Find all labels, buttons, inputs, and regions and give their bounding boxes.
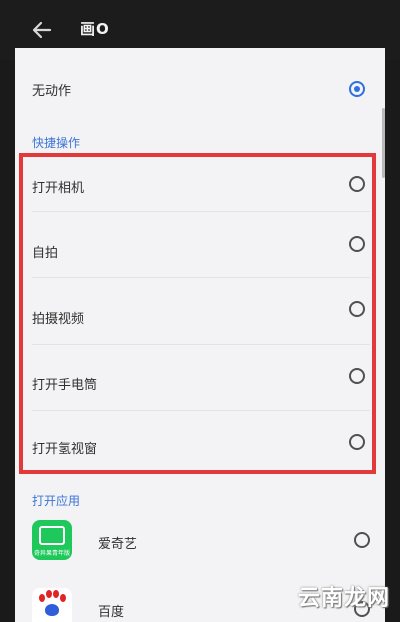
section-open-apps: 打开应用 [32, 494, 81, 508]
paw-pad [45, 604, 59, 616]
paw-toe [60, 594, 66, 602]
paw-toe [46, 590, 52, 598]
annotation-highlight-box [19, 153, 376, 474]
app-label: 百度 [98, 605, 125, 620]
section-quick-actions: 快捷操作 [32, 136, 81, 150]
watermark: 云南龙网 [297, 586, 390, 611]
iqiyi-screen-shape [39, 526, 65, 545]
option-app-iqiyi[interactable]: 奇异果青年版 爱奇艺 [15, 516, 385, 568]
app-label: 爱奇艺 [98, 537, 138, 552]
option-label: 无动作 [32, 84, 72, 99]
radio-icon[interactable] [354, 532, 370, 548]
option-no-action[interactable]: 无动作 [15, 58, 385, 116]
baidu-icon [32, 588, 72, 622]
paw-toe [39, 594, 45, 602]
radio-selected-icon[interactable] [349, 81, 365, 97]
paw-toe [53, 590, 59, 598]
back-arrow-icon[interactable] [28, 16, 56, 44]
page-title: 画O [80, 20, 110, 38]
iqiyi-icon-text: 奇异果青年版 [33, 550, 70, 557]
iqiyi-icon: 奇异果青年版 [32, 520, 72, 560]
